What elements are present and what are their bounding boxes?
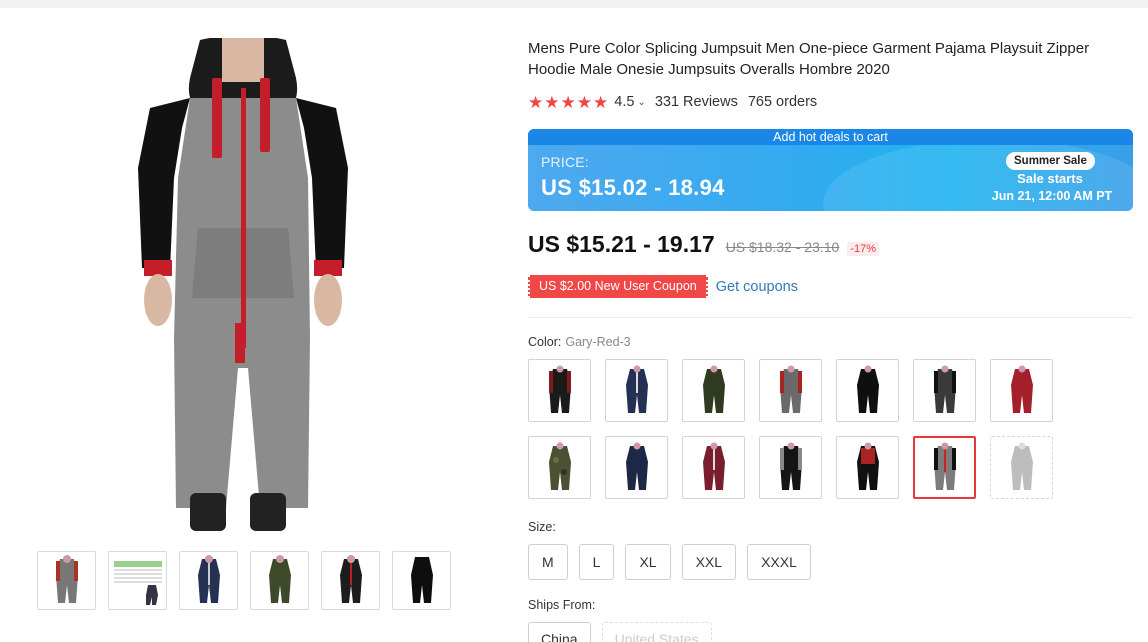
rating-value[interactable]: 4.5 bbox=[614, 94, 634, 110]
add-hot-deals-button[interactable]: Add hot deals to cart bbox=[528, 129, 1133, 145]
color-swatch-gray-red[interactable] bbox=[759, 359, 822, 422]
color-swatch-black[interactable] bbox=[836, 359, 899, 422]
star-icon: ★ bbox=[528, 92, 544, 112]
color-swatch-army-green[interactable] bbox=[682, 359, 745, 422]
size-option-xxxl[interactable]: XXXL bbox=[747, 544, 811, 580]
color-swatch-black-gray[interactable] bbox=[759, 436, 822, 499]
ships-from-china[interactable]: China bbox=[528, 622, 591, 642]
color-label: Color: Gary-Red-3 bbox=[528, 335, 631, 349]
ships-from-united-states[interactable]: United States bbox=[601, 622, 712, 642]
color-swatch-gary-red-3[interactable] bbox=[913, 436, 976, 499]
thumbnail-army-green[interactable] bbox=[250, 551, 309, 610]
ships-from-options: China United States bbox=[528, 622, 712, 642]
divider bbox=[528, 317, 1133, 318]
thumbnail-black[interactable] bbox=[392, 551, 451, 610]
color-swatch-red[interactable] bbox=[990, 359, 1053, 422]
discount-badge: -17% bbox=[847, 242, 880, 256]
star-icon: ★ bbox=[544, 92, 560, 112]
color-swatch-black-red[interactable] bbox=[528, 359, 591, 422]
product-title: Mens Pure Color Splicing Jumpsuit Men On… bbox=[528, 40, 1090, 78]
color-swatch-wine-red[interactable] bbox=[682, 436, 745, 499]
sale-start-date: Jun 21, 12:00 AM PT bbox=[991, 189, 1113, 203]
thumbnail-size-chart[interactable] bbox=[108, 551, 167, 610]
chevron-down-icon[interactable]: ⌄ bbox=[637, 97, 645, 108]
color-swatch-navy[interactable] bbox=[605, 359, 668, 422]
sale-starts-label: Sale starts bbox=[1017, 171, 1083, 186]
summer-sale-badge: Summer Sale bbox=[1006, 152, 1095, 170]
color-swatch-light-gray[interactable] bbox=[990, 436, 1053, 499]
coupon-row: US $2.00 New User Coupon Get coupons bbox=[528, 275, 798, 298]
thumbnail-strip bbox=[37, 551, 451, 610]
color-swatches bbox=[528, 359, 1068, 499]
deal-price-label: PRICE: bbox=[541, 154, 589, 170]
color-swatch-dark-gray[interactable] bbox=[913, 359, 976, 422]
new-user-coupon[interactable]: US $2.00 New User Coupon bbox=[528, 275, 708, 298]
size-option-xxl[interactable]: XXL bbox=[681, 544, 737, 580]
size-label: Size: bbox=[528, 520, 556, 534]
original-price: US $18.32 - 23.10 bbox=[725, 239, 840, 255]
star-icon: ★ bbox=[560, 92, 576, 112]
get-coupons-link[interactable]: Get coupons bbox=[716, 279, 798, 295]
color-label-text: Color: bbox=[528, 335, 562, 349]
color-swatch-navy-2[interactable] bbox=[605, 436, 668, 499]
reviews-link[interactable]: 331 Reviews bbox=[655, 94, 738, 110]
main-product-image[interactable] bbox=[130, 35, 356, 536]
size-option-xl[interactable]: XL bbox=[625, 544, 671, 580]
ships-from-label: Ships From: bbox=[528, 598, 596, 612]
rating-stars: ★ ★ ★ ★ ★ bbox=[528, 94, 608, 111]
size-option-l[interactable]: L bbox=[578, 544, 615, 580]
top-bar bbox=[0, 0, 1148, 8]
color-swatch-black-red-2[interactable] bbox=[836, 436, 899, 499]
size-options: M L XL XXL XXXL bbox=[528, 544, 811, 580]
selected-color-value: Gary-Red-3 bbox=[565, 335, 631, 349]
star-icon: ★ bbox=[576, 92, 592, 112]
thumbnail-navy[interactable] bbox=[179, 551, 238, 610]
current-price: US $15.21 - 19.17 bbox=[528, 231, 715, 257]
hot-deal-banner: Add hot deals to cart PRICE: US $15.02 -… bbox=[528, 129, 1133, 211]
deal-price: US $15.02 - 18.94 bbox=[541, 175, 725, 200]
price-row: US $15.21 - 19.17 US $18.32 - 23.10 -17% bbox=[528, 231, 880, 258]
thumbnail-gray-red[interactable] bbox=[37, 551, 96, 610]
orders-count: 765 orders bbox=[747, 94, 818, 110]
thumbnail-black-red[interactable] bbox=[321, 551, 380, 610]
size-option-m[interactable]: M bbox=[528, 544, 568, 580]
star-icon: ★ bbox=[593, 92, 609, 112]
rating-row: ★ ★ ★ ★ ★ 4.5 ⌄ 331 Reviews 765 orders bbox=[528, 92, 817, 112]
color-swatch-camo[interactable] bbox=[528, 436, 591, 499]
